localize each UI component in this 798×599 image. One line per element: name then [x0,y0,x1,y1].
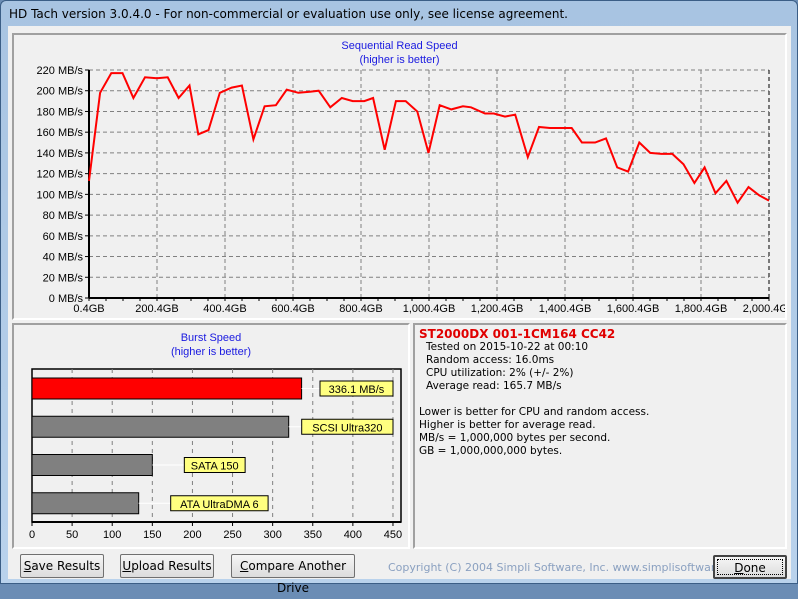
x-tick-label: 1,000.4GB [403,303,456,315]
random-access: Random access: 16.0ms [426,354,555,366]
y-tick-label: 160 MB/s [37,127,84,139]
bar-label: 336.1 MB/s [329,384,385,396]
x-tick-label: 0.4GB [73,303,104,315]
y-tick-label: 140 MB/s [37,148,84,160]
app-window: HD Tach version 3.0.4.0 - For non-commer… [0,0,798,595]
x-tick-label: 1,400.4GB [539,303,592,315]
x-tick-label: 450 [384,529,402,541]
save-label: ave Results [31,559,101,573]
burst-speed-panel: Burst Speed (higher is better) 0 50 100 150… [12,323,410,549]
note-line: MB/s = 1,000,000 bytes per second. [419,432,611,444]
bar-label: SCSI Ultra320 [312,422,382,434]
burst-bar [31,377,303,400]
x-tick-label: 600.4GB [271,303,314,315]
done-button[interactable]: Done [713,555,787,579]
y-tick-label: 120 MB/s [37,169,84,181]
upload-label: pload Results [131,559,212,573]
copyright-text: Copyright (C) 2004 Simpli Software, Inc.… [388,561,749,574]
y-tick-label: 60 MB/s [43,231,84,243]
x-tick-label: 100 [103,529,121,541]
x-tick-label: 400 [344,529,362,541]
x-tick-label: 400.4GB [203,303,246,315]
burst-bar [31,492,140,515]
client-area: Sequential Read Speed (higher is better)… [8,26,791,595]
x-tick-label: 1,800.4GB [675,303,728,315]
y-tick-label: 180 MB/s [37,106,84,118]
x-tick-label: 200.4GB [135,303,178,315]
done-label: one [743,561,766,575]
average-read: Average read: 165.7 MB/s [426,380,562,392]
x-tick-label: 250 [223,529,241,541]
note-line: Higher is better for average read. [419,419,596,431]
x-tick-label: 2,000.4GB [743,303,785,315]
x-tick-label: 50 [66,529,78,541]
upload-accel: U [122,559,132,573]
compare-another-drive-button[interactable]: Compare Another Drive [231,554,355,595]
bar-label: SATA 150 [191,461,239,473]
x-tick-label: 0 [29,529,35,541]
tested-on: Tested on 2015-10-22 at 00:10 [426,341,589,353]
x-tick-label: 200 [183,529,201,541]
x-tick-label: 1,200.4GB [471,303,524,315]
y-tick-label: 100 MB/s [37,189,84,201]
x-tick-label: 350 [304,529,322,541]
compare-label: ompare Another Drive [248,559,347,595]
bar-label: ATA UltraDMA 6 [180,499,258,511]
save-results-button[interactable]: Save Results [20,554,104,578]
y-tick-label: 200 MB/s [37,86,84,98]
sequential-read-panel: Sequential Read Speed (higher is better)… [12,33,787,320]
cpu-utilization: CPU utilization: 2% (+/- 2%) [426,367,574,379]
y-tick-label: 220 MB/s [37,65,84,77]
upload-results-button[interactable]: Upload Results [120,554,214,578]
y-tick-label: 40 MB/s [43,252,84,264]
burst-speed-chart: 0 50 100 150 200 250 300 350 400 450 336.1 MB/s SCS… [29,368,402,541]
drive-name: ST2000DX 001-1CM164 CC42 [419,327,616,341]
note-line: GB = 1,000,000,000 bytes. [419,445,563,457]
sequential-read-chart: 0 MB/s20 MB/s40 MB/s60 MB/s80 MB/s100 MB… [37,65,785,315]
y-tick-label: 80 MB/s [43,210,84,222]
burst-bar [31,454,153,476]
y-tick-label: 20 MB/s [43,272,84,284]
note-line: Lower is better for CPU and random acces… [419,406,650,418]
burst-bar [31,415,290,438]
x-tick-label: 150 [143,529,161,541]
x-tick-label: 800.4GB [339,303,382,315]
x-tick-label: 300 [263,529,281,541]
x-tick-label: 1,600.4GB [607,303,660,315]
window-title: HD Tach version 3.0.4.0 - For non-commer… [9,7,568,21]
drive-info-panel: ST2000DX 001-1CM164 CC42 Tested on 2015-… [413,323,787,549]
